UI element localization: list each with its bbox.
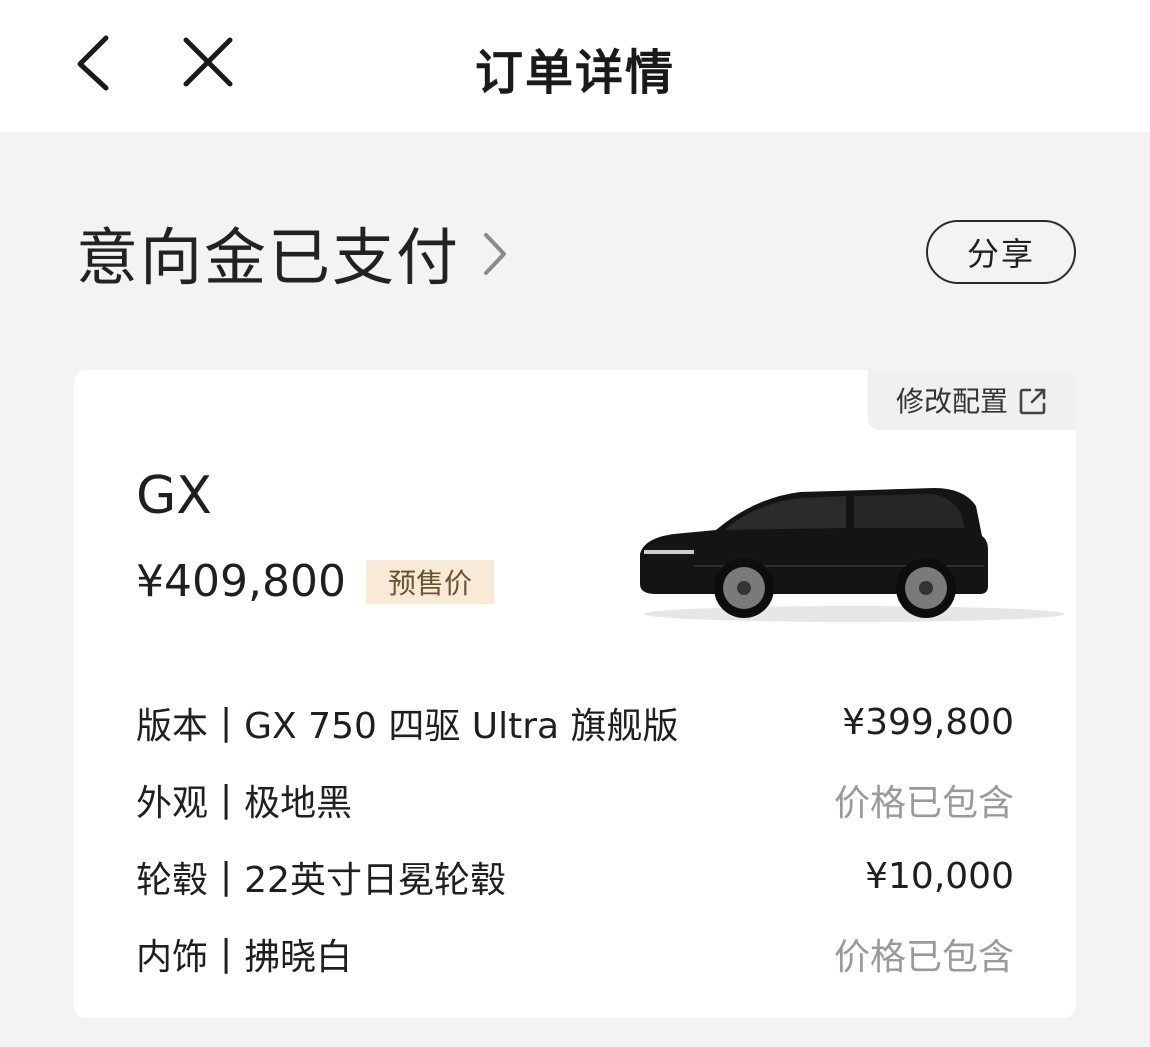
car-image <box>640 488 1064 622</box>
chevron-right-icon <box>484 233 507 275</box>
spec-list: 版本 | GX 750 四驱 Ultra 旗舰版 ¥399,800 外观 | 极… <box>136 684 1014 992</box>
spec-separator: | <box>220 702 233 743</box>
order-status-title: 意向金已支付 <box>76 221 461 294</box>
spec-row-interior: 内饰 | 拂晓白 价格已包含 <box>136 915 1014 992</box>
car-model-name: GX <box>136 466 212 526</box>
spec-value: 拂晓白 <box>244 936 353 978</box>
spec-price: ¥10,000 <box>865 856 1014 897</box>
spec-price: ¥399,800 <box>842 702 1014 743</box>
modify-config-label: 修改配置 <box>895 385 1008 418</box>
spec-label: 轮毂 <box>136 859 209 901</box>
total-price: ¥409,800 <box>136 556 346 607</box>
modify-config-button[interactable]: 修改配置 <box>868 370 1076 430</box>
spec-price: 价格已包含 <box>833 936 1014 978</box>
order-card: 修改配置 GX ¥409,800 预售价 版本 | GX 750 四驱 Ultr… <box>74 370 1076 1018</box>
spec-separator: | <box>220 779 233 820</box>
spec-separator: | <box>220 856 233 897</box>
external-link-icon <box>1019 388 1046 415</box>
spec-price: 价格已包含 <box>833 782 1014 824</box>
spec-row-exterior: 外观 | 极地黑 价格已包含 <box>136 761 1014 838</box>
order-status-link[interactable]: 意向金已支付 <box>76 212 508 294</box>
price-row: ¥409,800 预售价 <box>136 556 494 607</box>
spec-value: GX 750 四驱 Ultra 旗舰版 <box>244 705 679 747</box>
spec-row-version: 版本 | GX 750 四驱 Ultra 旗舰版 ¥399,800 <box>136 684 1014 761</box>
spec-label: 外观 <box>136 782 209 824</box>
spec-row-wheels: 轮毂 | 22英寸日冕轮毂 ¥10,000 <box>136 838 1014 915</box>
spec-label: 内饰 <box>136 936 209 978</box>
spec-label: 版本 <box>136 705 209 747</box>
top-navigation-bar: 订单详情 <box>0 0 1150 132</box>
share-button[interactable]: 分享 <box>926 220 1076 284</box>
spec-separator: | <box>220 933 233 974</box>
spec-value: 极地黑 <box>244 782 353 824</box>
spec-value: 22英寸日冕轮毂 <box>244 859 506 901</box>
presale-price-tag: 预售价 <box>365 559 494 604</box>
page-title: 订单详情 <box>474 45 675 101</box>
